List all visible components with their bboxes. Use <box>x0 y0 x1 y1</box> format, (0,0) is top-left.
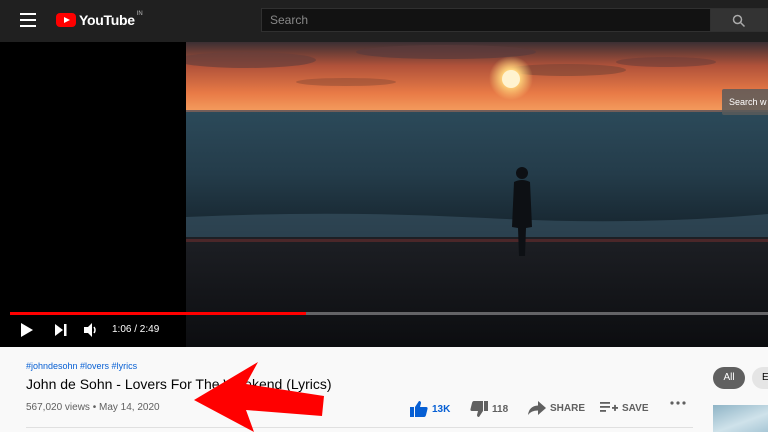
dislike-count: 118 <box>492 403 509 415</box>
progress-bar[interactable] <box>10 312 768 315</box>
sunset-beach-video-image <box>186 42 768 347</box>
view-count-and-date: 567,020 views • May 14, 2020 <box>26 402 160 413</box>
thumbs-down-icon <box>470 401 488 417</box>
progress-bar-played <box>10 312 306 315</box>
search-input[interactable] <box>261 8 710 32</box>
youtube-logo[interactable]: YouTube IN <box>56 11 143 29</box>
search-icon <box>732 14 746 28</box>
recommended-video-thumbnail[interactable] <box>713 405 768 432</box>
red-arrow-annotation <box>194 362 324 432</box>
like-button[interactable]: 13K <box>410 401 450 417</box>
save-button[interactable]: SAVE <box>600 401 649 415</box>
video-info: #johndesohn #lovers #lyrics John de Sohn… <box>0 347 768 432</box>
youtube-play-logo-icon <box>56 13 76 27</box>
chip-all[interactable]: All <box>713 367 745 389</box>
hashtags[interactable]: #johndesohn #lovers #lyrics <box>26 361 137 371</box>
video-frame[interactable] <box>186 42 768 347</box>
hamburger-menu-icon[interactable] <box>20 13 36 27</box>
search-within-overlay[interactable]: Search w <box>722 89 768 115</box>
logo-region: IN <box>136 11 143 17</box>
video-player[interactable]: Search w 1:06 / 2:49 <box>0 42 768 347</box>
more-actions-button[interactable] <box>670 401 686 405</box>
search-button[interactable] <box>710 8 768 32</box>
save-label: SAVE <box>622 402 649 414</box>
playlist-add-icon <box>600 402 618 412</box>
chip-e[interactable]: E <box>752 367 768 389</box>
share-arrow-icon <box>528 401 546 415</box>
play-icon[interactable] <box>20 322 34 338</box>
volume-icon[interactable] <box>83 322 99 338</box>
share-button[interactable]: SHARE <box>528 401 585 415</box>
like-count: 13K <box>432 403 451 415</box>
masthead: YouTube IN <box>0 0 768 42</box>
dislike-button[interactable]: 118 <box>470 401 508 417</box>
logo-text: YouTube <box>79 12 135 28</box>
next-icon[interactable] <box>54 322 68 338</box>
time-display: 1:06 / 2:49 <box>112 324 160 335</box>
info-divider <box>26 427 693 428</box>
share-label: SHARE <box>550 402 586 414</box>
more-horizontal-icon <box>670 401 686 405</box>
thumbs-up-icon <box>410 401 428 417</box>
